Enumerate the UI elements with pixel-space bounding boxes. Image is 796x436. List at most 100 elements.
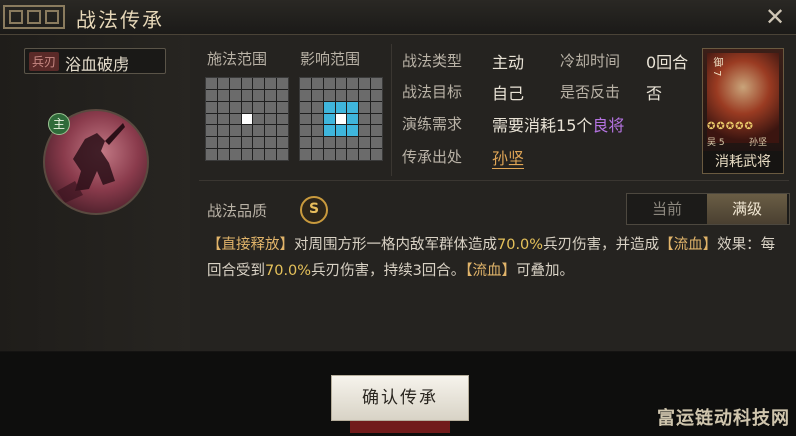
skill-type-label: 战法类型 [402,52,463,70]
range-cell [300,137,311,149]
range-cell [229,89,241,101]
desc-tag-direct: 【直接释放】 [207,237,294,253]
range-cell [335,113,347,125]
range-cell [217,101,229,113]
range-cell [253,149,265,160]
range-cell [265,89,277,101]
range-cell [229,149,241,160]
range-cell [217,149,229,160]
range-cell [277,149,288,160]
training-item: 良将 [592,116,625,135]
range-cell [323,89,335,101]
range-cell [311,125,323,137]
range-cell [253,101,265,113]
range-cell [265,78,277,89]
range-cell [347,89,359,101]
card-faction: 吴 [707,138,717,148]
range-cell [229,137,241,149]
range-cell [323,113,335,125]
range-cell [359,89,371,101]
effect-range-label: 影响范围 [300,50,361,68]
range-cell [217,89,229,101]
range-cell [206,113,217,125]
range-cell [253,78,265,89]
effect-range-grid [299,77,383,161]
desc-tag-bleed-2: 【流血】 [465,263,517,279]
skill-description: 【直接释放】对周围方形一格内敌军群体造成70.0%兵刃伤害，并造成【流血】效果：… [207,232,787,284]
range-cell [323,125,335,137]
range-cell [323,78,335,89]
cast-range-grid [205,77,289,161]
card-faction-cost: 吴 5 [707,135,725,148]
range-cell [300,89,311,101]
range-cell [265,137,277,149]
range-cell [359,78,371,89]
range-cell [229,113,241,125]
close-icon[interactable]: ✕ [760,2,790,32]
card-stars: ✪✪✪✪✪ [707,121,754,132]
range-cell [347,113,359,125]
main-skill-badge: 主 [48,113,70,135]
range-cell [206,89,217,101]
range-cell [347,125,359,137]
range-cell [335,101,347,113]
counter-value: 否 [646,84,663,103]
range-cell [206,101,217,113]
range-cell [206,78,217,89]
source-value[interactable]: 孙坚 [492,145,525,169]
cooldown-label: 冷却时间 [560,52,621,70]
consume-general-card[interactable]: 御 7 ✪✪✪✪✪ 吴 5 孙坚 消耗武将 [702,48,784,174]
range-cell [371,113,382,125]
range-cell [300,125,311,137]
range-cell [311,101,323,113]
toggle-current[interactable]: 当前 [627,194,707,224]
range-cell [347,101,359,113]
range-cell [277,101,288,113]
training-unit: 个 [576,116,593,135]
range-cell [277,137,288,149]
range-cell [347,149,359,160]
source-general-link[interactable]: 孙坚 [492,149,525,169]
divider-vertical [391,44,392,176]
desc-pct-1: 70.0% [497,237,544,253]
range-cell [253,113,265,125]
range-cell [265,149,277,160]
title-bar: 战法传承 ✕ [0,0,796,35]
desc-text-5: 可叠加。 [516,263,575,279]
range-cell [241,78,253,89]
card-caption: 消耗武将 [703,151,783,173]
level-toggle: 当前 满级 [626,193,790,225]
desc-tag-bleed: 【流血】 [659,237,718,253]
range-cell [311,149,323,160]
desc-text-1: 对周围方形一格内敌军群体造成 [294,237,497,253]
range-cell [265,101,277,113]
frame-ornament-icon [3,5,65,29]
range-cell [359,137,371,149]
range-cell [311,78,323,89]
range-cell [206,137,217,149]
range-cell [277,125,288,137]
range-cell [300,149,311,160]
training-count: 15 [556,116,577,135]
cast-range-label: 施法范围 [207,50,268,68]
card-side-label: 御 7 [711,57,722,77]
range-cell [300,113,311,125]
range-cell [347,137,359,149]
range-cell [206,125,217,137]
divider-horizontal [199,180,789,181]
range-cell [359,101,371,113]
range-cell [371,149,382,160]
range-cell [323,137,335,149]
toggle-max-level[interactable]: 满级 [707,194,787,224]
range-cell [229,101,241,113]
confirm-inherit-button[interactable]: 确认传承 [331,375,469,421]
range-cell [371,89,382,101]
skill-name: 浴血破虏 [65,55,130,74]
skill-type-tag: 兵刃 [29,52,60,71]
skill-name-box: 兵刃 浴血破虏 [24,48,166,74]
range-cell [359,113,371,125]
range-cell [253,137,265,149]
range-cell [311,89,323,101]
skill-type-value: 主动 [492,53,525,72]
range-cell [371,101,382,113]
